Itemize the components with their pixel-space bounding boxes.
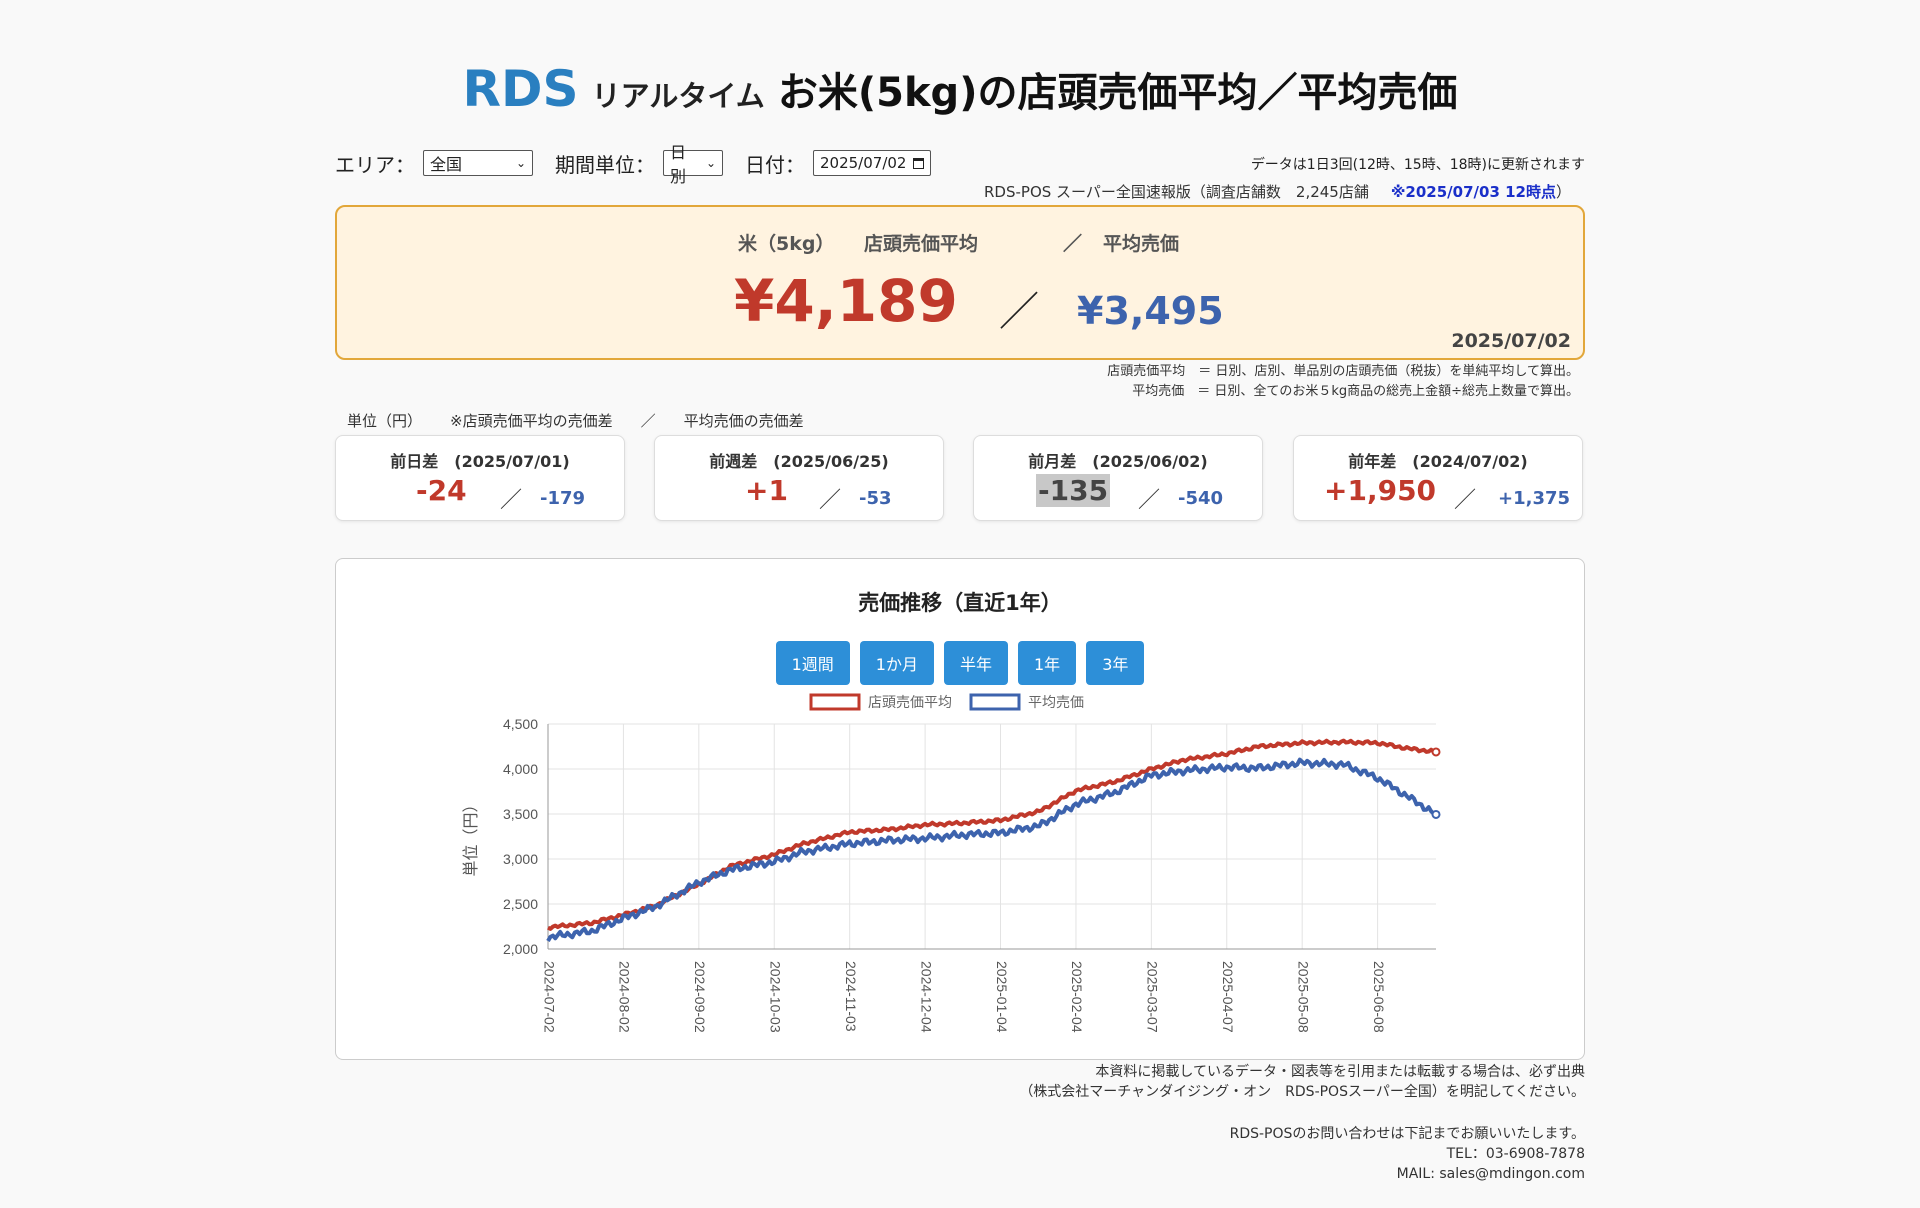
diff-mean-value: -53 bbox=[859, 488, 892, 509]
diff-note-avg: ※店頭売価平均の売価差 bbox=[450, 412, 613, 430]
summary-head-slash: ／ bbox=[1063, 233, 1083, 255]
citation-line-1: 本資料に掲載しているデータ・図表等を引用または転載する場合は、必ず出典 bbox=[1095, 1064, 1585, 1080]
x-tick-label: 2024-10-03 bbox=[768, 961, 784, 1033]
contact-info: RDS-POSのお問い合わせは下記までお願いいたします。 TEL：03-6908… bbox=[1230, 1124, 1585, 1184]
diff-avg-value: -24 bbox=[416, 474, 467, 507]
x-tick-label: 2025-02-04 bbox=[1069, 961, 1085, 1033]
diff-avg-value-highlighted: -135 bbox=[1036, 474, 1111, 507]
diff-card-month: 前月差 (2025/06/02) -135 ／ -540 bbox=[973, 435, 1263, 521]
y-tick-label: 2,000 bbox=[503, 941, 538, 957]
contact-line: RDS-POSのお問い合わせは下記までお願いいたします。 bbox=[1229, 1126, 1585, 1142]
x-tick-label: 2025-06-08 bbox=[1371, 961, 1387, 1033]
summary-item-label: 米（5kg） bbox=[738, 233, 835, 255]
x-tick-label: 2024-07-02 bbox=[541, 961, 557, 1033]
definition-mean: 平均売価 ＝ 日別、全てのお米５kg商品の総売上金額÷総売上数量で算出。 bbox=[1132, 384, 1579, 399]
date-input-value: 2025/07/02 bbox=[820, 154, 907, 172]
legend-label: 店頭売価平均 bbox=[868, 694, 952, 710]
calendar-icon[interactable] bbox=[913, 157, 924, 169]
legend-swatch bbox=[969, 693, 1021, 711]
survey-text: RDS-POS スーパー全国速報版（調査店舗数 2,245店舗 bbox=[984, 183, 1369, 201]
diff-card-title: 前日差 (2025/07/01) bbox=[390, 452, 570, 471]
area-label: エリア： bbox=[335, 152, 415, 177]
mean-price-value: ¥3,495 bbox=[1077, 289, 1224, 333]
series-line-mean-price bbox=[546, 757, 1437, 943]
brand-logo: RDS bbox=[462, 60, 579, 118]
x-tick-label: 2025-01-04 bbox=[994, 961, 1010, 1033]
contact-tel: TEL：03-6908-7878 bbox=[1446, 1146, 1585, 1162]
diff-card-week: 前週差 (2025/06/25) +1 ／ -53 bbox=[654, 435, 944, 521]
title-text: お米(5kg)の店頭売価平均／平均売価 bbox=[777, 70, 1458, 116]
diff-slash: ／ bbox=[819, 488, 842, 513]
filter-controls: エリア： 全国 ⌄ 期間単位： 日別 ⌄ 日付： 2025/07/02 bbox=[335, 143, 931, 186]
y-tick-label: 4,500 bbox=[503, 716, 538, 732]
diff-slash: ／ bbox=[1454, 488, 1477, 513]
diff-mean-value: -179 bbox=[540, 488, 586, 509]
x-tick-label: 2024-08-02 bbox=[617, 961, 633, 1033]
unit-label: 単位（円） bbox=[347, 412, 423, 430]
series-end-point bbox=[1431, 747, 1441, 757]
diff-slash: ／ bbox=[1138, 488, 1161, 513]
x-tick-label: 2025-05-08 bbox=[1295, 961, 1311, 1033]
diff-card-day: 前日差 (2025/07/01) -24 ／ -179 bbox=[335, 435, 625, 521]
y-tick-label: 4,000 bbox=[503, 761, 538, 777]
survey-info: RDS-POS スーパー全国速報版（調査店舗数 2,245店舗 ※2025/07/… bbox=[984, 181, 1571, 202]
citation-note: 本資料に掲載しているデータ・図表等を引用または転載する場合は、必ず出典 （株式会… bbox=[1019, 1062, 1585, 1102]
diff-card-title: 前週差 (2025/06/25) bbox=[709, 452, 889, 471]
contact-mail: MAIL: sales@mdingon.com bbox=[1396, 1166, 1585, 1182]
survey-timestamp: ※2025/07/03 12時点 bbox=[1390, 183, 1556, 201]
diff-note-slash: ／ bbox=[640, 412, 656, 430]
price-slash: ／ bbox=[999, 289, 1039, 335]
date-label: 日付： bbox=[745, 152, 805, 177]
x-tick-label: 2025-04-07 bbox=[1220, 961, 1236, 1033]
page-title: RDS リアルタイム お米(5kg)の店頭売価平均／平均売価 bbox=[335, 60, 1585, 118]
definition-avg: 店頭売価平均 ＝ 日別、店別、単品別の店頭売価（税抜）を単純平均して算出。 bbox=[1107, 364, 1579, 379]
y-tick-label: 2,500 bbox=[503, 896, 538, 912]
chevron-down-icon: ⌄ bbox=[515, 156, 526, 170]
update-note: データは1日3回(12時、15時、18時)に更新されます bbox=[1250, 157, 1585, 173]
price-trend-chart: 2,000 2,500 3,000 3,500 4,000 4,500 2024-07-02… bbox=[462, 693, 1441, 1033]
period-select[interactable]: 日別 ⌄ bbox=[663, 143, 723, 186]
diff-mean-value: -540 bbox=[1178, 488, 1224, 509]
summary-mean-label: 平均売価 bbox=[1103, 233, 1180, 255]
y-tick-label: 3,500 bbox=[503, 806, 538, 822]
legend-label: 平均売価 bbox=[1028, 694, 1084, 710]
diff-mean-value: +1,375 bbox=[1498, 488, 1571, 509]
diff-avg-value: +1,950 bbox=[1324, 474, 1437, 507]
period-select-value: 日別 bbox=[670, 143, 687, 186]
summary-avg-label: 店頭売価平均 bbox=[864, 233, 979, 255]
area-select-value: 全国 bbox=[430, 155, 463, 174]
survey-close: ） bbox=[1555, 183, 1571, 201]
diff-card-title: 前月差 (2025/06/02) bbox=[1028, 452, 1208, 471]
legend-swatch bbox=[809, 693, 861, 711]
date-input[interactable]: 2025/07/02 bbox=[813, 150, 931, 176]
diff-avg-value: +1 bbox=[745, 474, 788, 507]
x-tick-label: 2024-09-02 bbox=[692, 961, 708, 1033]
chevron-down-icon: ⌄ bbox=[705, 156, 716, 170]
unit-note-row: 単位（円） ※店頭売価平均の売価差 ／ 平均売価の売価差 bbox=[347, 410, 832, 431]
series-end-point bbox=[1431, 809, 1441, 819]
period-label: 期間単位： bbox=[555, 152, 655, 177]
x-tick-label: 2024-12-04 bbox=[918, 961, 934, 1033]
x-tick-label: 2024-11-03 bbox=[843, 961, 859, 1032]
y-axis-label: 単位（円） bbox=[462, 796, 480, 876]
diff-card-year: 前年差 (2024/07/02) +1,950 ／ +1,375 bbox=[1293, 435, 1583, 521]
realtime-label: リアルタイム bbox=[591, 79, 765, 113]
avg-price-value: ¥4,189 bbox=[734, 267, 958, 335]
area-select[interactable]: 全国 ⌄ bbox=[423, 150, 533, 176]
citation-line-2: （株式会社マーチャンダイジング・オン RDS-POSスーパー全国）を明記してくだ… bbox=[1019, 1084, 1585, 1100]
diff-card-title: 前年差 (2024/07/02) bbox=[1348, 452, 1528, 471]
diff-slash: ／ bbox=[500, 488, 523, 513]
diff-note-mean: 平均売価の売価差 bbox=[683, 412, 804, 430]
definitions: 店頭売価平均 ＝ 日別、店別、単品別の店頭売価（税抜）を単純平均して算出。 平均… bbox=[1107, 362, 1579, 402]
summary-date: 2025/07/02 bbox=[1451, 330, 1571, 352]
price-summary-box: 米（5kg） 店頭売価平均 ／ 平均売価 ¥4,189 ／ ¥3,495 202… bbox=[335, 205, 1585, 360]
x-tick-label: 2025-03-07 bbox=[1145, 961, 1161, 1033]
y-tick-label: 3,000 bbox=[503, 851, 538, 867]
chart-panel: 売価推移（直近1年） 1週間 1か月 半年 1年 3年 2,000 2,500 3,… bbox=[335, 558, 1585, 1060]
